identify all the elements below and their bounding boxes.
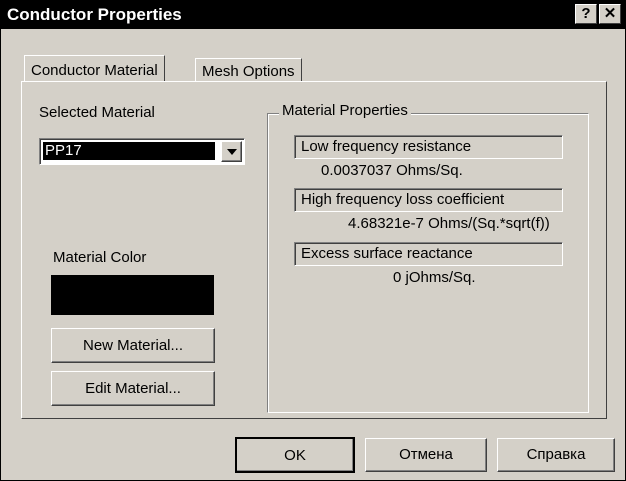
material-select[interactable]: PP17 xyxy=(39,138,245,165)
ok-button[interactable]: OK xyxy=(235,437,355,473)
help-title-button[interactable]: ? xyxy=(575,4,597,24)
excess-surface-reactance-label: Excess surface reactance xyxy=(294,242,563,266)
window-title: Conductor Properties xyxy=(7,5,182,24)
material-color-swatch xyxy=(51,275,214,315)
tab-conductor-material[interactable]: Conductor Material xyxy=(24,55,165,82)
material-properties-title: Material Properties xyxy=(279,102,411,119)
new-material-button[interactable]: New Material... xyxy=(51,328,215,363)
high-frequency-loss-value: 4.68321e-7 Ohms/(Sq.*sqrt(f)) xyxy=(348,215,550,232)
chevron-down-icon xyxy=(227,149,237,155)
cancel-button[interactable]: Отмена xyxy=(365,438,487,472)
tab-mesh-options[interactable]: Mesh Options xyxy=(195,58,302,82)
conductor-properties-dialog: Conductor Properties ? ✕ Conductor Mater… xyxy=(0,0,626,481)
low-frequency-resistance-value: 0.0037037 Ohms/Sq. xyxy=(321,162,463,179)
dropdown-button[interactable] xyxy=(221,141,242,162)
excess-surface-reactance-value: 0 jOhms/Sq. xyxy=(393,269,476,286)
help-button[interactable]: Справка xyxy=(497,438,615,472)
high-frequency-loss-label: High frequency loss coefficient xyxy=(294,188,563,212)
material-color-label: Material Color xyxy=(53,249,147,266)
low-frequency-resistance-label: Low frequency resistance xyxy=(294,135,563,159)
edit-material-button[interactable]: Edit Material... xyxy=(51,371,215,406)
title-bar[interactable]: Conductor Properties ? ✕ xyxy=(1,1,625,29)
selected-material-label: Selected Material xyxy=(39,104,155,121)
close-icon[interactable]: ✕ xyxy=(599,4,621,24)
material-select-value: PP17 xyxy=(43,142,215,160)
